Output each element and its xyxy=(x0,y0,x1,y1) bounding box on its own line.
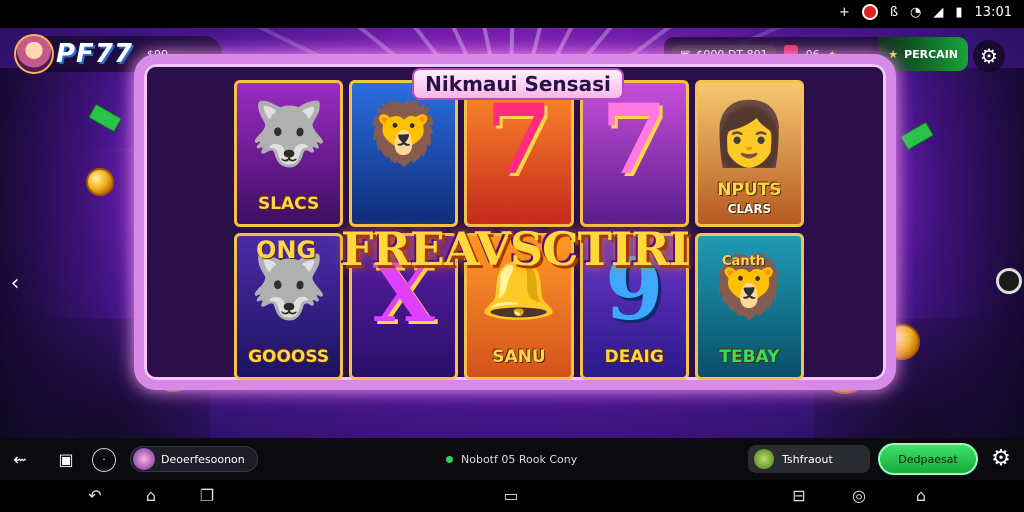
system-nav-bar: ↶ ⌂ ❐ ▭ ⊟ ◎ ⌂ xyxy=(0,480,1024,512)
b-icon: ß xyxy=(889,4,899,20)
reel-slot[interactable]: 🦁 xyxy=(349,80,459,227)
profile-avatar xyxy=(133,448,155,470)
coin-icon xyxy=(86,168,114,196)
profile-chip[interactable]: Deoerfesoonon xyxy=(130,446,258,472)
reel-slot[interactable]: 7 xyxy=(464,80,574,227)
woman-symbol-icon: 👩 xyxy=(710,97,788,170)
lock-icon[interactable]: ◎ xyxy=(848,486,870,506)
reel-slot[interactable]: 🐺 SLACS xyxy=(234,80,344,227)
prev-arrow-icon[interactable]: ‹ xyxy=(2,271,28,297)
action-bar: ⇜ ▣ · Deoerfesoonon Nobotf 05 Rook Cony … xyxy=(0,438,1024,480)
deposit-button[interactable]: Dedpaesat xyxy=(878,443,978,475)
star-icon: ★ xyxy=(888,47,899,61)
reel-caption: TEBAY xyxy=(719,347,780,367)
reel-caption: SANU xyxy=(492,347,546,367)
online-dot-icon xyxy=(446,456,453,463)
deposit-label: Dedpaesat xyxy=(898,452,958,466)
lion-symbol-icon: 🦁 xyxy=(365,97,443,170)
plus-indicator: + xyxy=(838,4,850,20)
right-side-label: Canth xyxy=(722,254,766,269)
status-text: Nobotf 05 Rook Cony xyxy=(446,453,577,466)
screen-icon[interactable]: ▣ xyxy=(54,448,78,472)
status-icons: + ß ◔ ◢ ▮ 13:01 xyxy=(839,4,1012,20)
avatar[interactable] xyxy=(14,34,54,74)
game-title: Nikmaui Sensasi xyxy=(412,68,624,100)
wifi-icon: ◔ xyxy=(910,4,922,20)
pill-label: Tshfraout xyxy=(782,452,833,466)
undo-icon[interactable]: ↶ xyxy=(84,486,106,506)
screenshot-icon[interactable]: ⊟ xyxy=(788,486,810,506)
left-side-label: ONG xyxy=(256,236,317,264)
reel-slot[interactable]: 👩 NPUTS CLARS xyxy=(694,80,804,227)
pill-icon xyxy=(754,449,774,469)
settings-gear-icon[interactable]: ⚙ xyxy=(973,40,1005,72)
wolf-symbol-icon: 🐺 xyxy=(249,97,328,170)
info-icon[interactable]: · xyxy=(92,448,116,472)
clock-time: 13:01 xyxy=(974,4,1012,20)
settings-gear-icon[interactable]: ⚙ xyxy=(988,446,1014,472)
next-circle-button[interactable] xyxy=(996,268,1022,294)
home-outline-icon[interactable]: ⌂ xyxy=(910,486,932,506)
profile-label: Deoerfesoonon xyxy=(161,452,245,466)
reel-caption: SLACS xyxy=(257,194,320,214)
record-dot-icon xyxy=(861,4,878,20)
home-icon[interactable]: ⌂ xyxy=(140,486,162,506)
win-banner: FREAVSCTIRI xyxy=(340,222,690,276)
share-back-icon[interactable]: ⇜ xyxy=(8,448,32,472)
brand-logo: PF77 xyxy=(56,39,133,69)
percain-label: PERCAIN xyxy=(904,47,958,61)
reel-caption: GOOOSS xyxy=(248,347,330,367)
secondary-pill-button[interactable]: Tshfraout xyxy=(748,445,870,473)
keyboard-icon[interactable]: ▭ xyxy=(500,486,522,506)
reel-slot[interactable]: 7 xyxy=(579,80,689,227)
signal-icon: ◢ xyxy=(933,4,944,20)
battery-icon: ▮ xyxy=(955,4,963,20)
reel-caption: NPUTS xyxy=(717,180,782,200)
reel-subcaption: CLARS xyxy=(727,202,772,216)
status-bar: + ß ◔ ◢ ▮ 13:01 xyxy=(0,0,1024,28)
status-label: Nobotf 05 Rook Cony xyxy=(461,453,578,466)
recent-apps-icon[interactable]: ❐ xyxy=(196,486,218,506)
reel-caption: DEAIG xyxy=(604,347,664,367)
